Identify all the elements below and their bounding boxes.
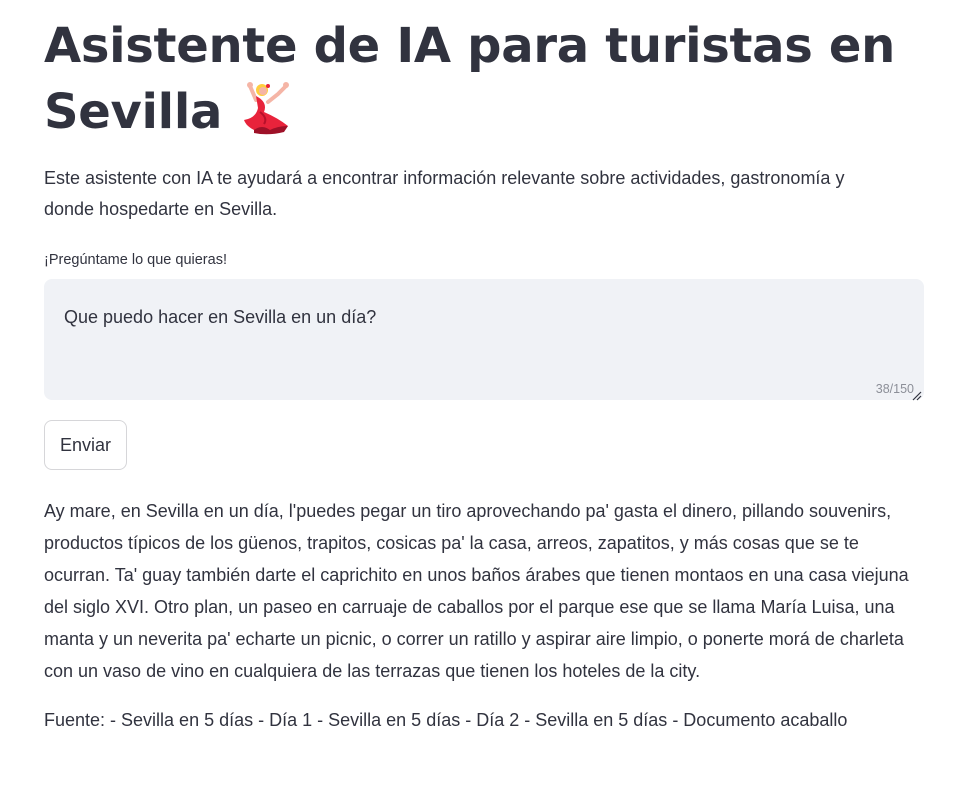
app-page: Asistente de IA para turistas en Sevilla…	[0, 0, 957, 787]
answer-sources: Fuente: - Sevilla en 5 días - Día 1 - Se…	[44, 710, 848, 730]
intro-description: Este asistente con IA te ayudará a encon…	[44, 168, 845, 219]
send-button[interactable]: Enviar	[44, 420, 128, 470]
woman-dancing-icon	[238, 78, 296, 136]
resize-handle-icon[interactable]	[912, 388, 922, 401]
page-title: Asistente de IA para turistas en Sevilla	[44, 0, 904, 144]
answer-text: Ay mare, en Sevilla en un día, l'puedes …	[44, 501, 909, 681]
question-field-label: ¡Pregúntame lo que quieras!	[44, 252, 227, 268]
character-counter: 38/150	[875, 382, 914, 396]
question-textarea-value[interactable]: Que puedo hacer en Sevilla en un día?	[64, 304, 904, 330]
question-textarea[interactable]: Que puedo hacer en Sevilla en un día? 38…	[44, 279, 924, 401]
page-title-text: Asistente de IA para turistas en Sevilla	[44, 18, 896, 140]
